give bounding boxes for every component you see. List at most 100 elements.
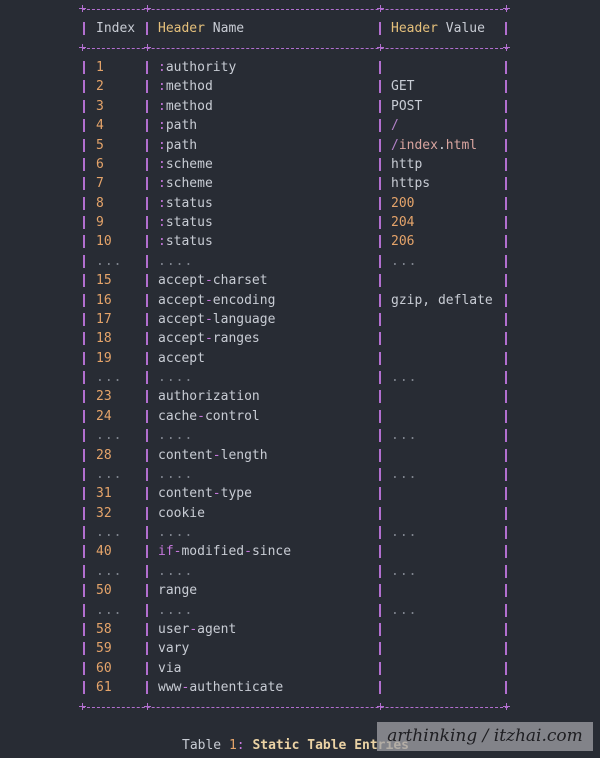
table-row: 40 if-modified-since	[0, 542, 600, 561]
column-separator	[83, 545, 85, 559]
column-separator	[379, 61, 381, 74]
table-row: 5:path/index.html	[0, 136, 600, 155]
row-index: 8	[96, 195, 104, 211]
row-index: 18	[96, 331, 112, 347]
row-index: 19	[96, 350, 112, 366]
row-header-name: accept-encoding	[158, 292, 276, 308]
row-header-name: via	[158, 660, 182, 676]
border-joint	[503, 44, 510, 51]
row-index: 60	[96, 660, 112, 676]
column-separator	[505, 351, 507, 365]
column-separator	[379, 312, 381, 326]
table-row: ..........	[0, 523, 600, 542]
row-header-value: gzip, deflate	[391, 292, 493, 308]
row-index: 28	[96, 447, 112, 463]
column-separator	[146, 274, 148, 288]
column-separator	[83, 409, 85, 423]
row-header-name: ....	[158, 428, 194, 444]
column-separator	[379, 293, 381, 307]
column-separator	[505, 22, 507, 35]
row-header-name: ....	[158, 466, 194, 482]
column-separator	[83, 390, 85, 404]
table-row: 6:scheme http	[0, 155, 600, 174]
column-separator	[83, 603, 85, 617]
border-corner	[79, 703, 86, 710]
column-separator	[379, 177, 381, 191]
column-separator	[83, 661, 85, 675]
row-header-value: ...	[391, 466, 418, 482]
column-separator	[379, 584, 381, 598]
column-separator	[505, 526, 507, 539]
row-header-name: :method	[158, 79, 213, 95]
table-row: 15 accept-charset	[0, 271, 600, 290]
column-separator	[146, 545, 148, 559]
column-separator	[146, 487, 148, 501]
column-separator	[505, 332, 507, 346]
table-row: 10:status 206	[0, 232, 600, 251]
table-row: ..........	[0, 368, 600, 387]
column-separator	[505, 157, 507, 171]
row-index: 58	[96, 621, 112, 637]
column-separator	[83, 564, 85, 578]
table-row: 4:path /	[0, 116, 600, 135]
column-separator	[379, 642, 381, 656]
column-separator	[146, 622, 148, 636]
row-index: ...	[96, 525, 123, 540]
row-header-value: ...	[391, 370, 418, 385]
row-header-name: :authority	[158, 60, 237, 75]
header-value-keyword: Header	[391, 21, 438, 36]
column-separator	[146, 80, 148, 94]
column-separator	[505, 61, 507, 74]
column-separator	[379, 390, 381, 404]
header-value: Header Value	[391, 19, 485, 38]
row-header-name: cache-control	[158, 408, 260, 424]
column-separator	[505, 371, 507, 384]
column-separator	[146, 177, 148, 191]
row-header-name: www-authenticate	[158, 680, 284, 695]
column-separator	[83, 642, 85, 656]
column-separator	[505, 235, 507, 249]
row-index: 6	[96, 156, 104, 172]
column-separator	[379, 487, 381, 501]
column-separator	[146, 196, 148, 210]
row-header-name: accept-charset	[158, 273, 268, 289]
column-separator	[505, 545, 507, 559]
row-index: 61	[96, 680, 112, 695]
column-separator	[146, 564, 148, 578]
table-caption: Table 1: Static Table Entries	[182, 736, 409, 755]
row-header-value: 206	[391, 234, 415, 250]
column-separator	[505, 196, 507, 210]
column-separator	[83, 235, 85, 249]
column-separator	[505, 506, 507, 520]
column-separator	[146, 642, 148, 656]
row-header-name: :path	[158, 118, 198, 134]
column-separator	[146, 467, 148, 481]
row-header-name: ....	[158, 525, 194, 540]
column-separator	[146, 448, 148, 462]
row-header-name: authorization	[158, 389, 260, 405]
caption-prefix: Table	[182, 738, 229, 753]
row-header-name: :scheme	[158, 176, 213, 192]
column-separator	[505, 177, 507, 191]
column-separator	[505, 138, 507, 152]
column-separator	[83, 119, 85, 133]
column-separator	[379, 409, 381, 423]
row-header-name: :status	[158, 215, 213, 230]
column-separator	[379, 506, 381, 520]
column-separator	[379, 564, 381, 578]
column-separator	[379, 216, 381, 229]
row-index: 32	[96, 505, 112, 521]
column-separator	[505, 216, 507, 229]
column-separator	[379, 22, 381, 35]
row-index: 4	[96, 118, 104, 134]
column-separator	[146, 351, 148, 365]
caption-number: 1	[228, 738, 237, 753]
column-separator	[83, 332, 85, 346]
table-row: ..........	[0, 465, 600, 484]
column-separator	[83, 293, 85, 307]
table-row: 28 content-length	[0, 446, 600, 465]
column-separator	[379, 448, 381, 462]
column-separator	[379, 254, 381, 268]
column-separator	[146, 99, 148, 113]
column-separator	[83, 312, 85, 326]
